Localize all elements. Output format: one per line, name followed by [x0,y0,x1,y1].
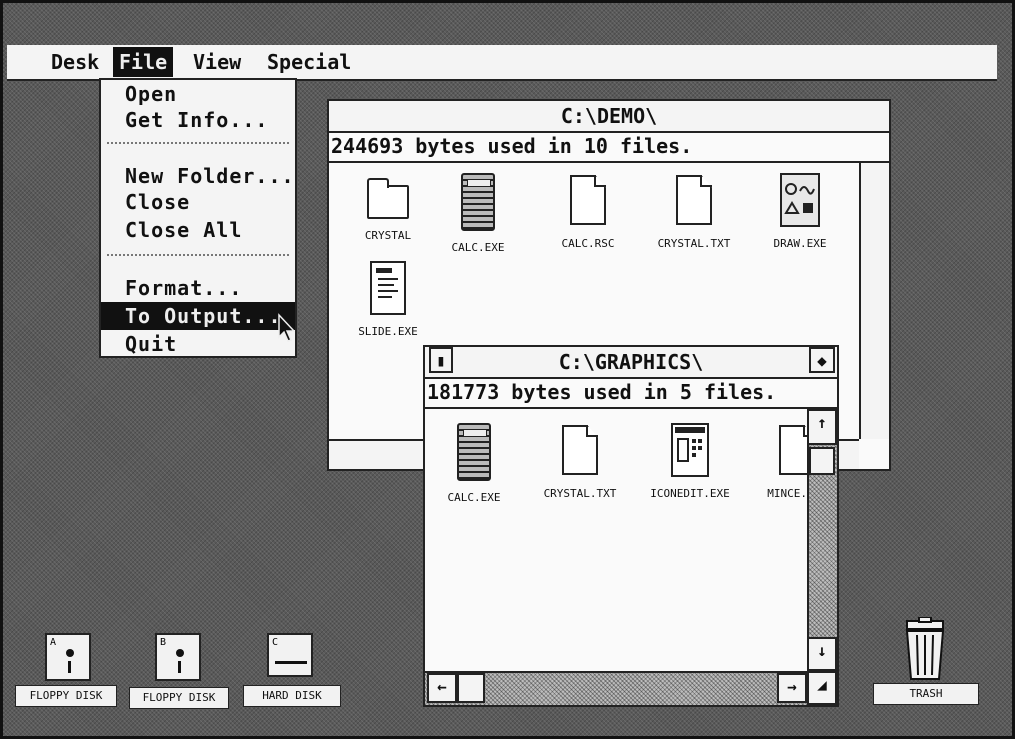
file-icon-mince[interactable]: MINCE. [739,425,807,500]
menu-separator [107,142,289,144]
resize-icon: ◢ [817,675,827,694]
drive-c-icon[interactable]: C [267,633,313,677]
menu-item-format[interactable]: Format... [101,274,295,302]
file-label: CALC.RSC [561,237,615,250]
file-icon-crystal[interactable]: CRYSTAL [343,178,433,242]
file-menu: Open Get Info... New Folder... Close Clo… [99,78,297,358]
drive-letter: C [272,637,279,648]
vertical-scroll-thumb[interactable] [809,447,835,475]
fuller-icon: ◆ [817,351,827,370]
menu-item-new-folder[interactable]: New Folder... [101,162,295,190]
menu-bar: Desk File View Special [7,45,997,81]
window-title: C:\DEMO\ [329,101,889,131]
trash-label[interactable]: TRASH [873,683,979,705]
slide-program-icon [370,261,406,315]
menu-file[interactable]: File [113,47,174,77]
calculator-icon [457,423,491,481]
arrow-right-icon: → [787,677,797,696]
window-title: C:\GRAPHICS\ [425,347,837,377]
file-icon-slide-exe[interactable]: SLIDE.EXE [343,261,433,338]
title-bar[interactable]: ▮ C:\GRAPHICS\ ◆ [425,347,837,379]
menu-item-quit[interactable]: Quit [101,330,295,358]
window-info-line: 181773 bytes used in 5 files. [425,377,837,409]
menu-view[interactable]: View [187,47,247,77]
drive-letter: A [50,637,57,648]
size-box[interactable]: ◢ [807,671,837,705]
trash-icon[interactable] [899,616,951,681]
horizontal-scroll-thumb[interactable] [457,673,485,703]
drive-label[interactable]: FLOPPY DISK [15,685,117,707]
iconedit-program-icon [671,423,709,477]
arrow-down-icon: ↓ [817,641,827,660]
file-icon-calc-rsc[interactable]: CALC.RSC [543,175,633,250]
file-icon-calc-exe[interactable]: CALC.EXE [429,423,519,504]
scroll-down-button[interactable]: ↓ [807,637,837,671]
file-label: CRYSTAL.TXT [543,487,617,500]
menu-item-close-all[interactable]: Close All [101,216,295,244]
file-label: CRYSTAL [364,229,412,242]
scroll-left-button[interactable]: ← [427,673,457,703]
file-label: SLIDE.EXE [358,325,418,338]
menu-desk[interactable]: Desk [45,47,105,77]
draw-program-icon [780,173,820,227]
document-icon [562,425,598,477]
drive-a-icon[interactable]: A [45,633,91,681]
drive-b-icon[interactable]: B [155,633,201,681]
scroll-right-button[interactable]: → [777,673,807,703]
document-icon [676,175,712,227]
arrow-left-icon: ← [437,677,447,696]
file-label: CRYSTAL.TXT [657,237,731,250]
scroll-up-button[interactable]: ↑ [807,409,837,445]
mouse-pointer-icon [278,313,295,342]
file-label: MINCE. [767,487,807,500]
vertical-scrollbar[interactable] [859,163,889,439]
file-label: CALC.EXE [451,241,505,254]
drive-letter: B [160,637,167,648]
file-icon-draw-exe[interactable]: DRAW.EXE [755,173,845,250]
drive-label[interactable]: FLOPPY DISK [129,687,229,709]
document-icon [570,175,606,227]
menu-item-to-output[interactable]: To Output... [101,302,295,330]
menu-item-open[interactable]: Open [101,80,295,108]
menu-separator [107,254,289,256]
folder-icon [367,178,409,219]
file-icon-calc-exe[interactable]: CALC.EXE [433,173,523,254]
calculator-icon [461,173,495,231]
window-graphics: ▮ C:\GRAPHICS\ ◆ 181773 bytes used in 5 … [423,345,839,707]
menu-item-get-info[interactable]: Get Info... [101,106,295,134]
arrow-up-icon: ↑ [817,413,827,432]
file-label: ICONEDIT.EXE [650,487,730,500]
file-label: CALC.EXE [447,491,501,504]
window-info-line: 244693 bytes used in 10 files. [329,131,889,163]
file-label: DRAW.EXE [773,237,827,250]
file-icon-crystal-txt[interactable]: CRYSTAL.TXT [535,425,625,500]
drive-label[interactable]: HARD DISK [243,685,341,707]
file-icon-crystal-txt[interactable]: CRYSTAL.TXT [649,175,739,250]
file-icon-iconedit-exe[interactable]: ICONEDIT.EXE [645,423,735,500]
gem-desktop: Desk File View Special C:\DEMO\ 244693 b… [0,0,1015,739]
menu-item-close[interactable]: Close [101,188,295,216]
title-bar[interactable]: C:\DEMO\ [329,101,889,133]
full-box[interactable]: ◆ [809,347,835,373]
menu-special[interactable]: Special [261,47,357,77]
document-icon [779,425,807,477]
